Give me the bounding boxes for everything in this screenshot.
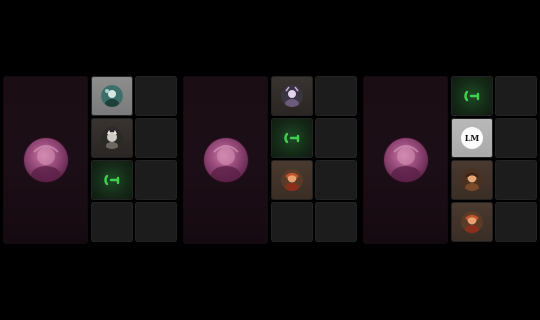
participant-tile[interactable] bbox=[271, 160, 313, 200]
participant-avatar bbox=[281, 85, 303, 107]
empty-tile bbox=[315, 118, 357, 158]
participant-tile[interactable] bbox=[451, 202, 493, 242]
participant-avatar bbox=[101, 85, 123, 107]
participant-tile[interactable] bbox=[91, 76, 133, 116]
empty-tile bbox=[495, 202, 537, 242]
main-participant-avatar bbox=[24, 138, 68, 182]
participant-avatar bbox=[101, 127, 123, 149]
empty-tile bbox=[91, 202, 133, 242]
empty-tile bbox=[135, 76, 177, 116]
participant-tile[interactable] bbox=[451, 160, 493, 200]
call-panel-3: LM bbox=[363, 76, 539, 244]
active-speaker-tile[interactable] bbox=[91, 160, 133, 200]
empty-tile bbox=[271, 202, 313, 242]
main-participant-avatar bbox=[384, 138, 428, 182]
speaking-indicator-icon bbox=[102, 170, 122, 190]
call-panel-1 bbox=[3, 76, 179, 244]
empty-tile bbox=[135, 160, 177, 200]
empty-tile bbox=[495, 160, 537, 200]
participant-tile[interactable] bbox=[271, 76, 313, 116]
main-participant-area[interactable] bbox=[363, 76, 448, 244]
participant-tile[interactable]: LM bbox=[451, 118, 493, 158]
empty-tile bbox=[135, 202, 177, 242]
active-speaker-tile[interactable] bbox=[271, 118, 313, 158]
empty-tile bbox=[315, 202, 357, 242]
participant-logo: LM bbox=[461, 127, 483, 149]
empty-tile bbox=[315, 76, 357, 116]
call-grid-stage: LM bbox=[0, 0, 540, 320]
empty-tile bbox=[495, 118, 537, 158]
empty-tile bbox=[495, 76, 537, 116]
speaking-indicator-icon bbox=[282, 128, 302, 148]
active-speaker-tile[interactable] bbox=[451, 76, 493, 116]
main-participant-avatar bbox=[204, 138, 248, 182]
main-participant-area[interactable] bbox=[183, 76, 268, 244]
participant-avatar bbox=[281, 169, 303, 191]
participant-avatar bbox=[461, 169, 483, 191]
speaking-indicator-icon bbox=[462, 86, 482, 106]
call-panel-2 bbox=[183, 76, 359, 244]
empty-tile bbox=[135, 118, 177, 158]
main-participant-area[interactable] bbox=[3, 76, 88, 244]
participant-tile[interactable] bbox=[91, 118, 133, 158]
empty-tile bbox=[315, 160, 357, 200]
participant-avatar bbox=[461, 211, 483, 233]
